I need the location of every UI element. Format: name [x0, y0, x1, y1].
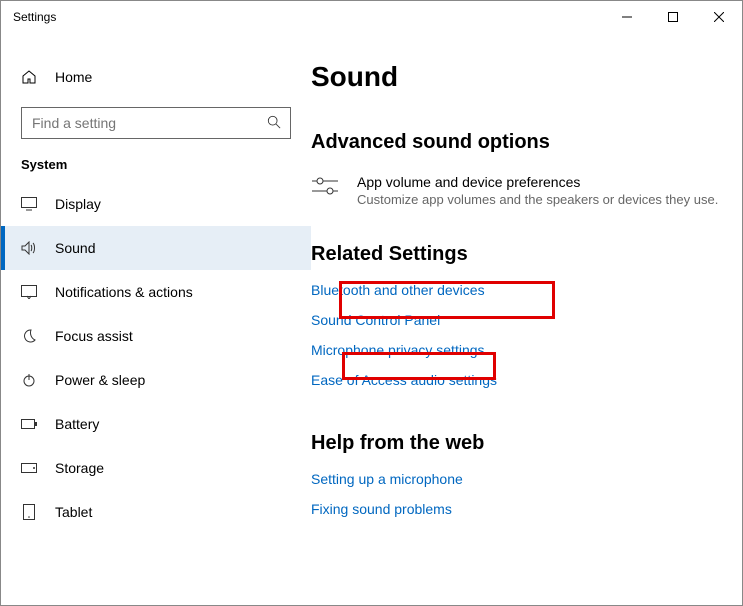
search-icon [267, 115, 281, 134]
search-box[interactable] [21, 107, 291, 139]
link-ease-of-access-audio[interactable]: Ease of Access audio settings [311, 372, 497, 388]
maximize-button[interactable] [650, 1, 696, 33]
search-input[interactable] [21, 107, 291, 139]
link-help-microphone[interactable]: Setting up a microphone [311, 471, 463, 487]
sidebar-item-tablet[interactable]: Tablet [1, 490, 311, 534]
slider-icon [311, 174, 339, 209]
active-indicator [1, 226, 5, 270]
window-controls [604, 1, 742, 33]
sidebar-item-label: Notifications & actions [55, 284, 193, 300]
link-microphone-privacy[interactable]: Microphone privacy settings [311, 342, 485, 358]
sidebar-item-battery[interactable]: Battery [1, 402, 311, 446]
sidebar-item-label: Display [55, 196, 101, 212]
help-heading: Help from the web [311, 432, 722, 455]
tablet-icon [21, 504, 37, 520]
home-label: Home [55, 69, 92, 85]
sidebar-item-storage[interactable]: Storage [1, 446, 311, 490]
home-button[interactable]: Home [1, 59, 311, 95]
sidebar-item-power[interactable]: Power & sleep [1, 358, 311, 402]
sidebar-item-notifications[interactable]: Notifications & actions [1, 270, 311, 314]
page-title: Sound [311, 61, 722, 93]
display-icon [21, 197, 37, 211]
titlebar: Settings [1, 1, 742, 33]
home-icon [21, 69, 37, 85]
link-bluetooth[interactable]: Bluetooth and other devices [311, 282, 485, 298]
main-pane: Sound Advanced sound options App volume … [311, 33, 742, 605]
moon-icon [21, 329, 37, 343]
sidebar-item-label: Battery [55, 416, 99, 432]
battery-icon [21, 419, 37, 429]
sidebar-item-sound[interactable]: Sound [1, 226, 311, 270]
sidebar-item-label: Storage [55, 460, 104, 476]
sidebar: Home System Display Sound Notifications … [1, 33, 311, 605]
speaker-icon [21, 241, 37, 255]
advanced-app-volume[interactable]: App volume and device preferences Custom… [311, 174, 722, 209]
link-sound-control-panel[interactable]: Sound Control Panel [311, 312, 440, 328]
close-button[interactable] [696, 1, 742, 33]
sidebar-item-focus[interactable]: Focus assist [1, 314, 311, 358]
sidebar-item-display[interactable]: Display [1, 182, 311, 226]
notification-icon [21, 285, 37, 299]
advanced-item-title: App volume and device preferences [357, 174, 718, 190]
related-heading: Related Settings [311, 243, 722, 266]
minimize-button[interactable] [604, 1, 650, 33]
sidebar-item-label: Focus assist [55, 328, 133, 344]
sidebar-item-label: Power & sleep [55, 372, 145, 388]
window-title: Settings [13, 10, 56, 24]
advanced-item-desc: Customize app volumes and the speakers o… [357, 192, 718, 209]
link-help-sound-problems[interactable]: Fixing sound problems [311, 501, 452, 517]
sidebar-item-label: Sound [55, 240, 95, 256]
power-icon [21, 373, 37, 387]
storage-icon [21, 463, 37, 473]
advanced-heading: Advanced sound options [311, 131, 722, 154]
section-title: System [1, 157, 311, 182]
sidebar-item-label: Tablet [55, 504, 92, 520]
